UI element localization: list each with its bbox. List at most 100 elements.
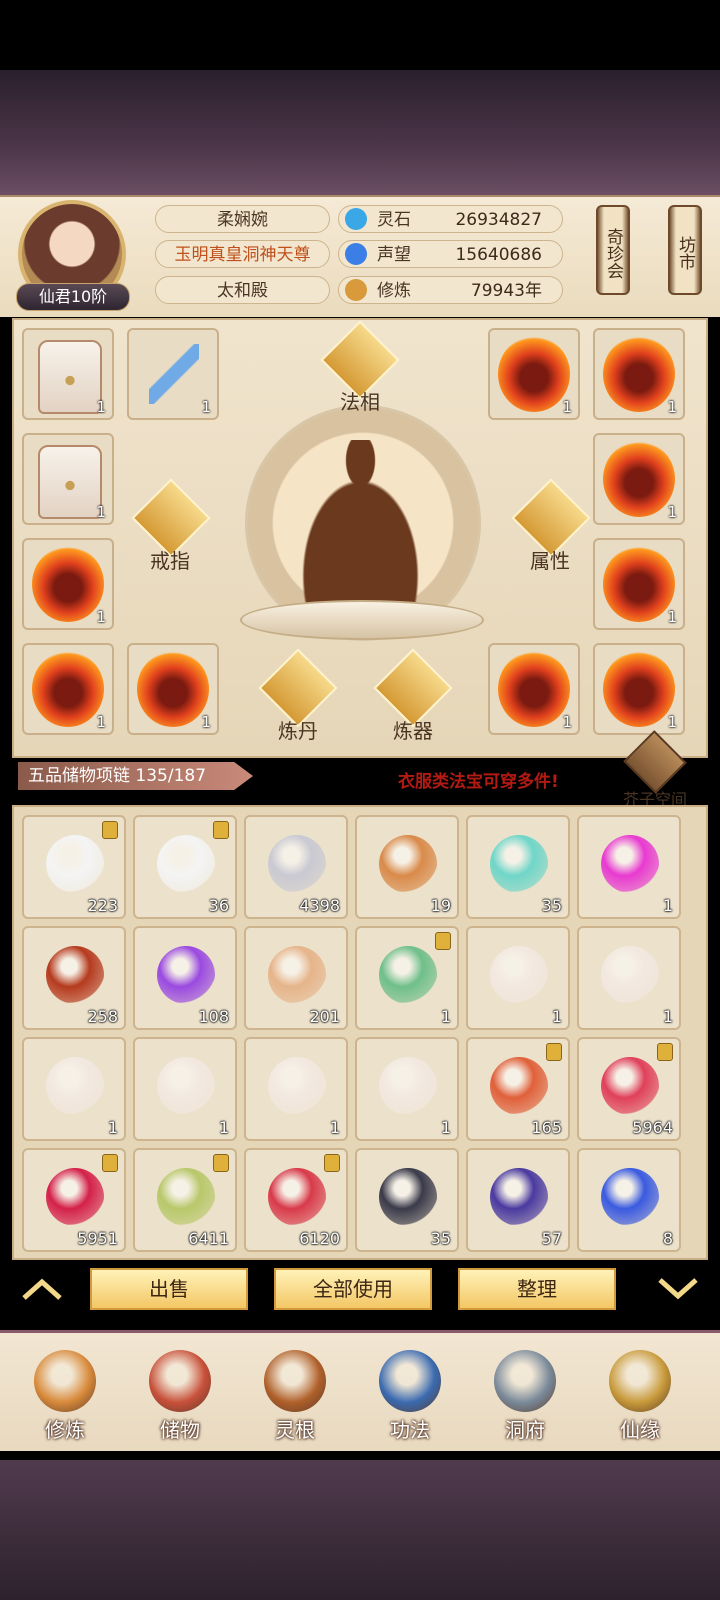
equipment-slot[interactable]: 1 — [593, 328, 685, 420]
equipment-slot[interactable]: 1 — [593, 538, 685, 630]
item-icon — [46, 1057, 104, 1115]
inventory-item[interactable]: 5964 — [577, 1037, 681, 1141]
equipment-slot[interactable]: 1 — [593, 643, 685, 735]
inventory-item[interactable]: 1 — [355, 926, 459, 1030]
white-robe-icon — [38, 445, 102, 519]
lock-icon — [102, 1154, 118, 1172]
meditation-pedestal — [240, 600, 484, 640]
market-button[interactable]: 坊市 — [668, 205, 702, 295]
fire-robe-icon — [137, 651, 209, 727]
nav-item-storage-bag[interactable]: 储物 — [130, 1350, 230, 1445]
ring-label: 戒指 — [150, 549, 190, 573]
equipment-slot[interactable]: 1 — [488, 328, 580, 420]
nav-item-immortal-fate[interactable]: 仙缘 — [590, 1350, 690, 1445]
inventory-item[interactable]: 165 — [466, 1037, 570, 1141]
inventory-item[interactable]: 1 — [244, 1037, 348, 1141]
equipment-slot[interactable]: 1 — [22, 328, 114, 420]
inventory-item[interactable]: 35 — [466, 815, 570, 919]
inventory-item[interactable]: 36 — [133, 815, 237, 919]
inventory-item[interactable]: 6411 — [133, 1148, 237, 1252]
item-icon — [490, 946, 548, 1004]
inventory-item[interactable]: 223 — [22, 815, 126, 919]
storage-title: 五品储物项链 135/187 — [18, 762, 253, 790]
inventory-item[interactable]: 1 — [577, 815, 681, 919]
inventory-item[interactable]: 57 — [466, 1148, 570, 1252]
equipment-slot[interactable]: 1 — [127, 643, 219, 735]
equipment-slot[interactable]: 1 — [22, 433, 114, 525]
reputation-icon — [345, 243, 367, 265]
item-count: 57 — [541, 1229, 562, 1248]
item-icon — [157, 946, 215, 1004]
immortal-fate-icon — [609, 1350, 671, 1412]
inventory-item[interactable]: 35 — [355, 1148, 459, 1252]
storage-bag-icon — [149, 1350, 211, 1412]
item-icon — [46, 1168, 104, 1226]
item-icon — [46, 946, 104, 1004]
meditating-silhouette — [278, 440, 443, 610]
equipment-slot[interactable]: 1 — [22, 538, 114, 630]
item-count: 8 — [662, 1229, 673, 1248]
inventory-item[interactable]: 1 — [133, 1037, 237, 1141]
nav-label: 洞府 — [505, 1418, 545, 1442]
scroll-up-button[interactable] — [22, 1278, 62, 1300]
equipment-slot[interactable]: 1 — [22, 643, 114, 735]
item-icon — [601, 835, 659, 893]
use-all-button[interactable]: 全部使用 — [274, 1268, 432, 1310]
inventory-item[interactable]: 5951 — [22, 1148, 126, 1252]
item-count: 258 — [87, 1007, 118, 1026]
chevron-down-icon — [658, 1278, 698, 1300]
inventory-item[interactable]: 8 — [577, 1148, 681, 1252]
item-icon — [490, 835, 548, 893]
item-count: 1 — [562, 713, 572, 731]
nav-label: 修炼 — [45, 1418, 85, 1442]
inventory-item[interactable]: 19 — [355, 815, 459, 919]
meditation-icon — [345, 279, 367, 301]
item-count: 1 — [96, 713, 106, 731]
mustard-space-button[interactable]: 芥子空间 — [620, 730, 690, 809]
nav-item-spirit-root[interactable]: 灵根 — [245, 1350, 345, 1445]
nav-label: 功法 — [390, 1418, 430, 1442]
inventory-item[interactable]: 1 — [466, 926, 570, 1030]
item-count: 36 — [208, 896, 229, 915]
item-count: 6411 — [188, 1229, 229, 1248]
equipment-slot[interactable]: 1 — [127, 328, 219, 420]
scroll-down-button[interactable] — [658, 1278, 698, 1300]
fire-robe-icon — [603, 441, 675, 517]
item-icon — [268, 1168, 326, 1226]
lock-icon — [435, 932, 451, 950]
inventory-item[interactable]: 258 — [22, 926, 126, 1030]
lock-icon — [546, 1043, 562, 1061]
nav-item-cave-dwelling[interactable]: 洞府 — [475, 1350, 575, 1445]
item-count: 1 — [551, 1007, 562, 1026]
equipment-slot[interactable]: 1 — [488, 643, 580, 735]
inventory-item[interactable]: 1 — [22, 1037, 126, 1141]
item-icon — [601, 946, 659, 1004]
item-icon — [157, 1168, 215, 1226]
nav-item-technique-book[interactable]: 功法 — [360, 1350, 460, 1445]
inventory-item[interactable]: 201 — [244, 926, 348, 1030]
lock-icon — [324, 1154, 340, 1172]
bottom-background — [0, 1460, 720, 1600]
item-count: 108 — [198, 1007, 229, 1026]
resource-label: 修炼 — [377, 281, 411, 301]
inventory-item[interactable]: 1 — [577, 926, 681, 1030]
inventory-item[interactable]: 6120 — [244, 1148, 348, 1252]
inventory-item[interactable]: 1 — [355, 1037, 459, 1141]
inventory-item[interactable]: 108 — [133, 926, 237, 1030]
sell-button[interactable]: 出售 — [90, 1268, 248, 1310]
lock-icon — [657, 1043, 673, 1061]
technique-book-icon — [379, 1350, 441, 1412]
spirit-root-icon — [264, 1350, 326, 1412]
treasure-auction-button[interactable]: 奇珍会 — [596, 205, 630, 295]
item-count: 1 — [662, 896, 673, 915]
sword-icon — [149, 344, 199, 404]
resource-label: 声望 — [377, 245, 411, 265]
equipment-slot[interactable]: 1 — [593, 433, 685, 525]
item-count: 1 — [667, 608, 677, 626]
nav-item-cultivate[interactable]: 修炼 — [15, 1350, 115, 1445]
inventory-item[interactable]: 4398 — [244, 815, 348, 919]
sort-button[interactable]: 整理 — [458, 1268, 616, 1310]
resource-value: 15640686 — [455, 245, 542, 265]
fire-robe-icon — [603, 336, 675, 412]
alchemy-label: 炼丹 — [278, 719, 318, 743]
